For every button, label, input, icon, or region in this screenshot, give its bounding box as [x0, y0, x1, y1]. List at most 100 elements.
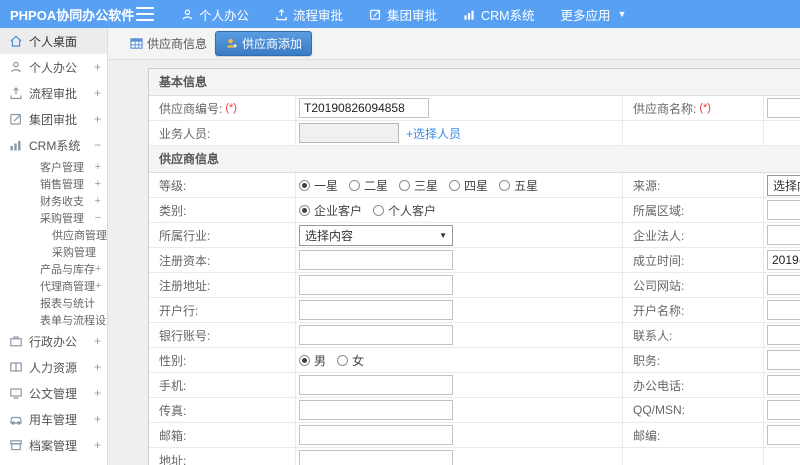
top-bar: PHPOA协同办公软件 个人办公 流程审批 集团审批 CRM系统 更多应用 ▼	[0, 0, 800, 28]
hamburger-menu-icon[interactable]	[136, 7, 154, 21]
position-label: 职务:	[623, 348, 764, 372]
expand-indicator[interactable]: +	[94, 334, 101, 348]
sidebar-item-official-document-mgmt[interactable]: 公文管理 +	[0, 380, 107, 406]
sidebar-item-human-resources[interactable]: 人力资源 +	[0, 354, 107, 380]
sidebar-item-workflow-approval[interactable]: 流程审批 +	[0, 80, 107, 106]
sidebar-item-crm-system[interactable]: CRM系统 −	[0, 132, 107, 158]
topnav-group-approval[interactable]: 集团审批	[369, 5, 437, 24]
collapse-indicator[interactable]: −	[95, 212, 101, 224]
radio-option[interactable]: 四星	[449, 177, 488, 194]
section-basic-info: 基本信息	[149, 69, 800, 96]
bank-branch-label: 开户行:	[149, 298, 296, 322]
account-name-field[interactable]	[767, 300, 800, 320]
zip-field[interactable]	[767, 425, 800, 445]
expand-indicator[interactable]: +	[94, 60, 101, 74]
founded-time-field[interactable]	[767, 250, 800, 270]
form-row-capital-founded: 注册资本: 成立时间:	[149, 248, 800, 273]
radio-option[interactable]: 一星	[299, 177, 338, 194]
fax-field[interactable]	[299, 400, 453, 420]
radio-option[interactable]: 五星	[499, 177, 538, 194]
select-staff-link[interactable]: +选择人员	[406, 125, 461, 142]
sidebar-item-personal-desktop[interactable]: 个人桌面	[0, 28, 107, 54]
sidebar-item-administrative-office[interactable]: 行政办公 +	[0, 328, 107, 354]
contact-field[interactable]	[767, 325, 800, 345]
collapse-indicator[interactable]: −	[94, 138, 101, 152]
tab-supplier-info[interactable]: 供应商信息	[130, 35, 207, 52]
supplier-no-label: 供应商编号: (*)	[149, 96, 296, 120]
tab-supplier-add[interactable]: 供应商添加	[215, 31, 313, 56]
supplier-no-field[interactable]	[299, 98, 429, 118]
expand-indicator[interactable]: +	[95, 178, 101, 190]
sidebar-item-procurement-mgmt[interactable]: 采购管理 −	[0, 209, 107, 226]
registered-address-field[interactable]	[299, 275, 453, 295]
radio-option[interactable]: 男	[299, 352, 326, 369]
industry-label: 所属行业:	[149, 223, 296, 247]
industry-select[interactable]: 选择内容 ▼	[299, 224, 453, 246]
car-icon	[10, 416, 22, 425]
sidebar-item-partial[interactable]	[0, 458, 107, 465]
region-field[interactable]	[767, 200, 800, 220]
expand-indicator[interactable]: +	[95, 161, 101, 173]
expand-indicator[interactable]: +	[95, 263, 101, 275]
radio-icon	[373, 204, 385, 216]
website-field[interactable]	[767, 275, 800, 295]
expand-indicator[interactable]: +	[94, 412, 101, 426]
sidebar-item-purchase-mgmt[interactable]: 采购管理	[0, 243, 107, 260]
radio-option[interactable]: 企业客户	[299, 202, 362, 219]
topnav-more-apps[interactable]: 更多应用 ▼	[561, 5, 627, 24]
address-field[interactable]	[299, 450, 453, 465]
topnav-personal-office[interactable]: 个人办公	[181, 5, 249, 24]
upload-icon	[10, 87, 22, 100]
legal-person-field[interactable]	[767, 225, 800, 245]
sidebar-item-products-inventory[interactable]: 产品与库存 +	[0, 260, 107, 277]
staff-field[interactable]	[299, 123, 399, 143]
bank-account-field[interactable]	[299, 325, 453, 345]
radio-selected-icon	[299, 354, 310, 366]
edit-icon	[370, 9, 381, 20]
topnav-crm-system[interactable]: CRM系统	[463, 5, 535, 24]
supplier-name-field[interactable]	[767, 98, 800, 118]
sidebar-item-customer-mgmt[interactable]: 客户管理 +	[0, 158, 107, 175]
sidebar-item-personal-office[interactable]: 个人办公 +	[0, 54, 107, 80]
expand-indicator[interactable]: +	[94, 438, 101, 452]
region-label: 所属区域:	[623, 198, 764, 222]
sidebar-item-group-approval[interactable]: 集团审批 +	[0, 106, 107, 132]
mobile-field[interactable]	[299, 375, 453, 395]
sidebar-item-finance-income-expense[interactable]: 财务收支 +	[0, 192, 107, 209]
topnav-workflow-approval[interactable]: 流程审批	[275, 5, 343, 24]
radio-option[interactable]: 二星	[349, 177, 388, 194]
email-label: 邮箱:	[149, 423, 296, 447]
sidebar-item-agent-mgmt[interactable]: 代理商管理 +	[0, 277, 107, 294]
tab-bar: 供应商信息 供应商添加	[108, 28, 800, 60]
qq-msn-field[interactable]	[767, 400, 800, 420]
radio-option[interactable]: 女	[337, 352, 364, 369]
add-supplier-icon	[227, 38, 237, 48]
form-row-supplier-no: 供应商编号: (*) 供应商名称: (*)	[149, 96, 800, 121]
expand-indicator[interactable]: +	[95, 280, 101, 292]
bank-account-label: 银行账号:	[149, 323, 296, 347]
zip-label: 邮编:	[623, 423, 764, 447]
source-label: 来源:	[623, 173, 764, 197]
expand-indicator[interactable]: +	[94, 86, 101, 100]
expand-indicator[interactable]: +	[95, 195, 101, 207]
email-field[interactable]	[299, 425, 453, 445]
sidebar-item-supplier-mgmt[interactable]: 供应商管理	[0, 226, 107, 243]
registered-capital-field[interactable]	[299, 250, 453, 270]
office-phone-field[interactable]	[767, 375, 800, 395]
sidebar-item-form-workflow-settings[interactable]: 表单与流程设置 +	[0, 311, 107, 328]
radio-option[interactable]: 三星	[399, 177, 438, 194]
radio-icon	[399, 179, 411, 191]
source-select[interactable]: 选择内容 ▼	[767, 174, 800, 196]
radio-option[interactable]: 个人客户	[373, 202, 436, 219]
sidebar-item-sales-mgmt[interactable]: 销售管理 +	[0, 175, 107, 192]
position-field[interactable]	[767, 350, 800, 370]
expand-indicator[interactable]: +	[94, 360, 101, 374]
bank-branch-field[interactable]	[299, 300, 453, 320]
sidebar-item-reports-statistics[interactable]: 报表与统计	[0, 294, 107, 311]
expand-indicator[interactable]: +	[94, 386, 101, 400]
expand-indicator[interactable]: +	[94, 112, 101, 126]
briefcase-icon	[10, 336, 22, 347]
radio-icon	[337, 354, 349, 366]
sidebar-item-archive-mgmt[interactable]: 档案管理 +	[0, 432, 107, 458]
sidebar-item-vehicle-mgmt[interactable]: 用车管理 +	[0, 406, 107, 432]
